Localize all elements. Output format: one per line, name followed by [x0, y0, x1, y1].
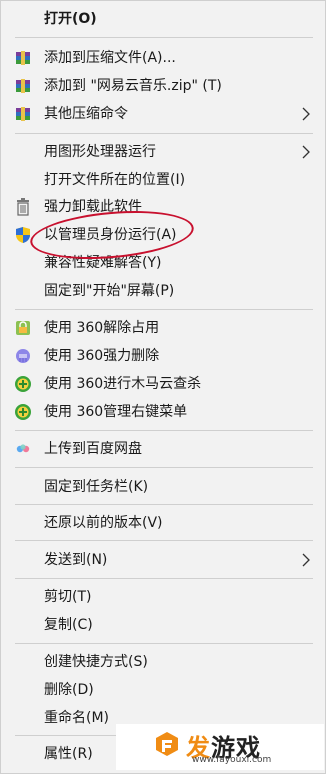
chevron-right-icon — [302, 107, 310, 121]
menu-item-pin-taskbar[interactable]: 固定到任务栏(K) — [1, 474, 325, 500]
menu-item-label: 还原以前的版本(V) — [44, 515, 163, 531]
menu-item-label: 剪切(T) — [44, 589, 92, 605]
menu-item-label: 使用 360管理右键菜单 — [44, 404, 188, 420]
menu-item-label: 用图形处理器运行 — [44, 144, 156, 160]
menu-separator — [15, 430, 313, 431]
menu-item-label: 使用 360进行木马云查杀 — [44, 376, 202, 392]
chevron-right-icon — [302, 553, 310, 567]
menu-item-label: 属性(R) — [44, 746, 93, 762]
winrar-archive-icon — [14, 105, 32, 123]
menu-item-create-shortcut[interactable]: 创建快捷方式(S) — [1, 649, 325, 675]
menu-item-label: 重命名(M) — [44, 710, 110, 726]
site-watermark: 发游戏 www.fayouxi.com — [116, 724, 324, 770]
menu-item-add-archive[interactable]: 添加到压缩文件(A)... — [1, 45, 325, 71]
menu-separator — [15, 133, 313, 134]
menu-item-other-compress[interactable]: 其他压缩命令 — [1, 101, 325, 127]
360-shredder-icon — [14, 347, 32, 365]
menu-item-label: 使用 360解除占用 — [44, 320, 160, 336]
chevron-right-icon — [302, 145, 310, 159]
menu-item-open-location[interactable]: 打开文件所在的位置(I) — [1, 167, 325, 193]
menu-item-pin-start[interactable]: 固定到"开始"屏幕(P) — [1, 278, 325, 304]
menu-item-label: 创建快捷方式(S) — [44, 654, 148, 670]
menu-item-open[interactable]: 打开(O) — [1, 6, 325, 32]
menu-separator — [15, 504, 313, 505]
menu-item-delete[interactable]: 删除(D) — [1, 677, 325, 703]
menu-item-run-gpu[interactable]: 用图形处理器运行 — [1, 139, 325, 165]
watermark-url: www.fayouxi.com — [192, 755, 272, 765]
menu-item-360-manage-menu[interactable]: 使用 360管理右键菜单 — [1, 399, 325, 425]
menu-item-upload-baidu[interactable]: 上传到百度网盘 — [1, 436, 325, 462]
menu-item-label: 固定到"开始"屏幕(P) — [44, 283, 175, 299]
menu-separator — [15, 37, 313, 38]
menu-item-label: 固定到任务栏(K) — [44, 479, 149, 495]
menu-item-label: 其他压缩命令 — [44, 106, 128, 122]
menu-item-send-to[interactable]: 发送到(N) — [1, 547, 325, 573]
menu-item-label: 打开(O) — [44, 11, 97, 27]
menu-item-label: 上传到百度网盘 — [44, 441, 142, 457]
menu-item-label: 添加到压缩文件(A)... — [44, 50, 176, 66]
watermark-logo-icon — [156, 732, 178, 756]
360-unlock-icon — [14, 319, 32, 337]
menu-separator — [15, 578, 313, 579]
menu-item-label: 删除(D) — [44, 682, 94, 698]
menu-item-360-trojan-scan[interactable]: 使用 360进行木马云查杀 — [1, 371, 325, 397]
winrar-archive-icon — [14, 77, 32, 95]
menu-item-copy[interactable]: 复制(C) — [1, 612, 325, 638]
menu-separator — [15, 643, 313, 644]
360-plus-icon — [14, 375, 32, 393]
menu-item-label: 发送到(N) — [44, 552, 108, 568]
menu-item-360-unlock[interactable]: 使用 360解除占用 — [1, 315, 325, 341]
menu-separator — [15, 467, 313, 468]
menu-item-add-zip[interactable]: 添加到 "网易云音乐.zip" (T) — [1, 73, 325, 99]
menu-item-label: 复制(C) — [44, 617, 93, 633]
menu-separator — [15, 540, 313, 541]
baidu-netdisk-icon — [14, 440, 32, 458]
menu-item-label: 添加到 "网易云音乐.zip" (T) — [44, 78, 222, 94]
menu-item-cut[interactable]: 剪切(T) — [1, 584, 325, 610]
menu-item-label: 打开文件所在的位置(I) — [44, 172, 186, 188]
trash-can-icon — [14, 198, 32, 216]
360-plus-icon — [14, 403, 32, 421]
context-menu: 打开(O) 添加到压缩文件(A)... 添加到 "网易云音乐.zip" (T) — [0, 0, 326, 774]
menu-item-restore-previous[interactable]: 还原以前的版本(V) — [1, 510, 325, 536]
menu-separator — [15, 309, 313, 310]
winrar-archive-icon — [14, 49, 32, 67]
menu-item-360-force-delete[interactable]: 使用 360强力删除 — [1, 343, 325, 369]
menu-item-label: 使用 360强力删除 — [44, 348, 160, 364]
